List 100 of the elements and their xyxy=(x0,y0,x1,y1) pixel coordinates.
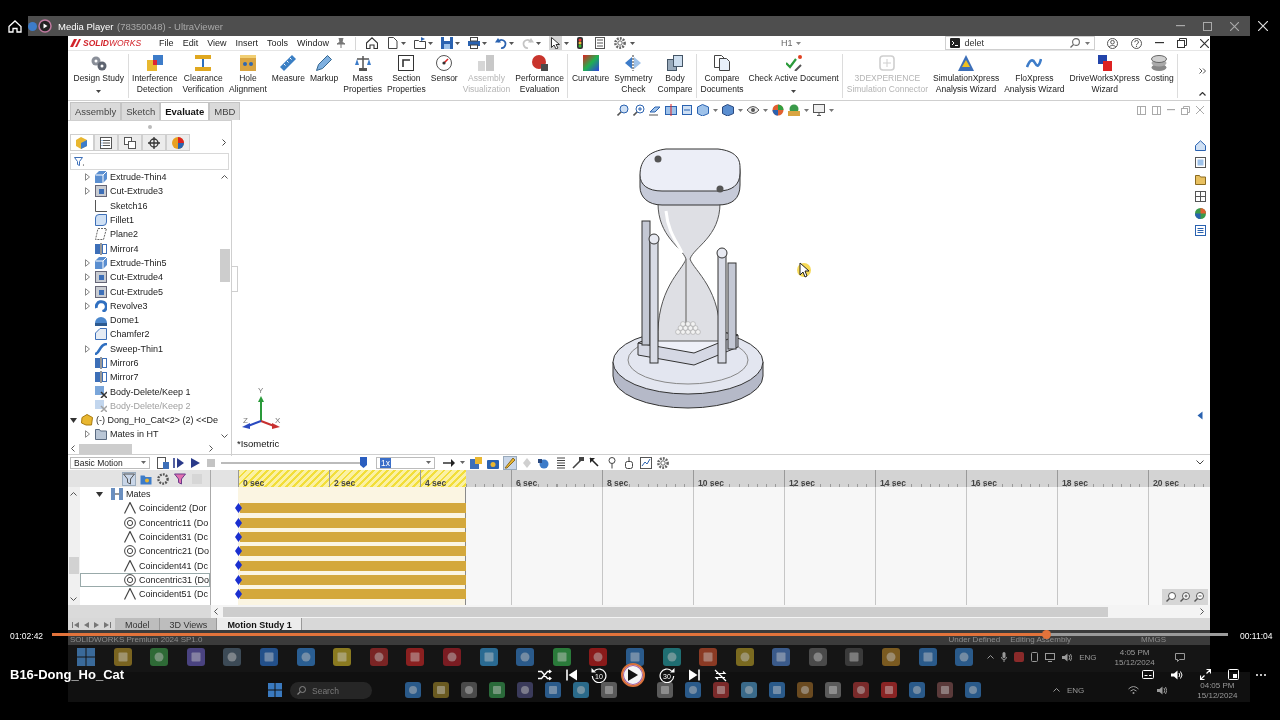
search-icon[interactable] xyxy=(297,686,306,695)
key-diamond-icon[interactable] xyxy=(235,574,242,585)
app-tile-icon[interactable] xyxy=(657,682,673,698)
app-tile-icon[interactable] xyxy=(769,682,785,698)
split-box-icon[interactable] xyxy=(665,104,677,116)
repeat-off-icon[interactable] xyxy=(714,668,727,682)
funnel-icon[interactable] xyxy=(123,472,135,485)
key-diamond-icon[interactable] xyxy=(235,560,242,571)
app-tile-icon[interactable] xyxy=(406,648,425,666)
ribbon-button[interactable]: Measure xyxy=(269,54,308,98)
help-icon[interactable] xyxy=(1130,37,1142,49)
caret-icon[interactable] xyxy=(1084,41,1090,45)
tree-item[interactable]: Mirror6 xyxy=(68,355,219,371)
app-tile-icon[interactable] xyxy=(545,682,561,698)
app-tile-icon[interactable] xyxy=(853,682,869,698)
key-diamond-icon[interactable] xyxy=(235,546,242,557)
scroll-left-icon[interactable] xyxy=(214,608,218,615)
ribbon-button[interactable]: Interference Detection xyxy=(129,54,180,98)
menu-item[interactable]: Insert xyxy=(235,38,258,48)
scroll-right-icon[interactable] xyxy=(209,445,213,453)
inset-square-icon[interactable] xyxy=(1228,669,1239,680)
slider-thumb[interactable] xyxy=(360,457,367,468)
play-icon[interactable] xyxy=(189,456,201,469)
menu-item[interactable]: Tools xyxy=(267,38,289,48)
app-tile-icon[interactable] xyxy=(735,648,754,666)
caret-icon[interactable] xyxy=(482,41,488,45)
zoom-out-icon[interactable] xyxy=(1194,592,1204,602)
traffic-light-icon[interactable] xyxy=(577,37,584,49)
caret-right-icon[interactable] xyxy=(84,430,90,439)
mate-item[interactable]: Concentric11 (Do xyxy=(79,515,210,530)
scroll-down-icon[interactable] xyxy=(70,597,78,601)
mate-item[interactable]: Coincident41 (Dc xyxy=(79,558,210,573)
app-tile-icon[interactable] xyxy=(965,682,981,698)
magnifier-plus-icon[interactable] xyxy=(633,104,645,116)
grid-icon[interactable] xyxy=(1194,191,1206,202)
save-icon[interactable] xyxy=(441,37,454,49)
chevron-down-icon[interactable] xyxy=(1196,460,1204,465)
tree-item[interactable]: Cut-Extrude4 xyxy=(68,270,219,285)
caret-icon[interactable] xyxy=(460,461,465,464)
panel-tab[interactable] xyxy=(94,134,118,151)
mate-item[interactable]: Concentric31 (Do xyxy=(79,572,210,588)
list-icon[interactable] xyxy=(595,37,606,49)
app-tile-icon[interactable] xyxy=(881,682,897,698)
command-field[interactable]: delet xyxy=(944,36,1095,50)
app-tile-icon[interactable] xyxy=(150,648,169,666)
double-chevron-icon[interactable] xyxy=(1199,68,1206,74)
tree-item[interactable]: Extrude-Thin5 xyxy=(68,255,219,271)
ribbon-button[interactable]: Curvature xyxy=(569,54,612,98)
folder-arrow-icon[interactable] xyxy=(414,37,427,49)
panel-tab[interactable] xyxy=(70,134,94,151)
scrollbar-thumb[interactable] xyxy=(79,443,132,454)
tree-item[interactable]: Mirror4 xyxy=(68,241,219,256)
ribbon-button[interactable]: Check Active Document xyxy=(746,54,842,98)
scroll-right-icon[interactable] xyxy=(1200,608,1204,615)
zoom-in-icon[interactable] xyxy=(1180,592,1190,602)
tree-item[interactable]: Fillet1 xyxy=(68,212,219,228)
more-icon[interactable] xyxy=(1256,673,1266,676)
ribbon-button[interactable]: Design Study xyxy=(71,54,127,98)
language-indicator[interactable]: ENG xyxy=(1079,652,1097,662)
ribbon-button[interactable]: SimulationXpress Analysis Wizard xyxy=(930,54,1002,98)
tree-item[interactable]: Mates xyxy=(79,487,210,502)
shaded-hexagon-icon[interactable] xyxy=(722,104,734,116)
tab[interactable]: Sketch xyxy=(121,102,161,120)
app-tile-icon[interactable] xyxy=(552,648,571,666)
panel-tab[interactable] xyxy=(166,134,190,151)
app-tile-icon[interactable] xyxy=(699,648,718,666)
minimize-icon[interactable] xyxy=(1154,42,1164,44)
caret-icon[interactable] xyxy=(804,108,809,112)
ribbon-button[interactable]: FloXpress Analysis Wizard xyxy=(1001,54,1068,98)
color-ball-icon[interactable] xyxy=(772,104,784,116)
scroll-up-icon[interactable] xyxy=(70,492,78,496)
caret-down-icon[interactable] xyxy=(96,491,104,497)
scroll-up-icon[interactable] xyxy=(221,175,229,179)
tree-item[interactable]: Chamfer2 xyxy=(68,327,219,342)
app-tile-icon[interactable] xyxy=(825,682,841,698)
tab[interactable]: Evaluate xyxy=(160,102,210,120)
caret-icon[interactable] xyxy=(536,41,542,45)
chevron-up-icon[interactable] xyxy=(1053,688,1060,692)
key-diamond-icon[interactable] xyxy=(235,517,242,528)
undo-icon[interactable] xyxy=(495,37,508,49)
monitor-icon[interactable] xyxy=(1045,652,1056,662)
app-tile-icon[interactable] xyxy=(113,648,132,666)
arrow-right-icon[interactable] xyxy=(443,456,455,469)
caret-icon[interactable] xyxy=(401,41,407,45)
app-tile-icon[interactable] xyxy=(433,682,449,698)
app-tile-icon[interactable] xyxy=(937,682,953,698)
menu-item[interactable]: Edit xyxy=(182,38,199,48)
playback-slider[interactable] xyxy=(221,457,367,468)
caret-icon[interactable] xyxy=(141,461,146,464)
tree-item[interactable]: Sketch16 xyxy=(68,198,219,213)
menu-item[interactable]: File xyxy=(159,38,174,48)
speech-bubble-icon[interactable] xyxy=(1174,653,1185,662)
first-tab-icon[interactable] xyxy=(72,621,79,628)
ribbon-button[interactable]: Performance Evaluation xyxy=(512,54,567,98)
tree-item[interactable]: Extrude-Thin4 xyxy=(68,170,219,185)
app-tile-icon[interactable] xyxy=(223,648,242,666)
home-icon[interactable] xyxy=(1194,140,1206,151)
ribbon-button[interactable]: Mass Properties xyxy=(340,54,385,98)
volume-icon[interactable] xyxy=(1157,685,1168,695)
settings-icon[interactable] xyxy=(614,37,627,49)
